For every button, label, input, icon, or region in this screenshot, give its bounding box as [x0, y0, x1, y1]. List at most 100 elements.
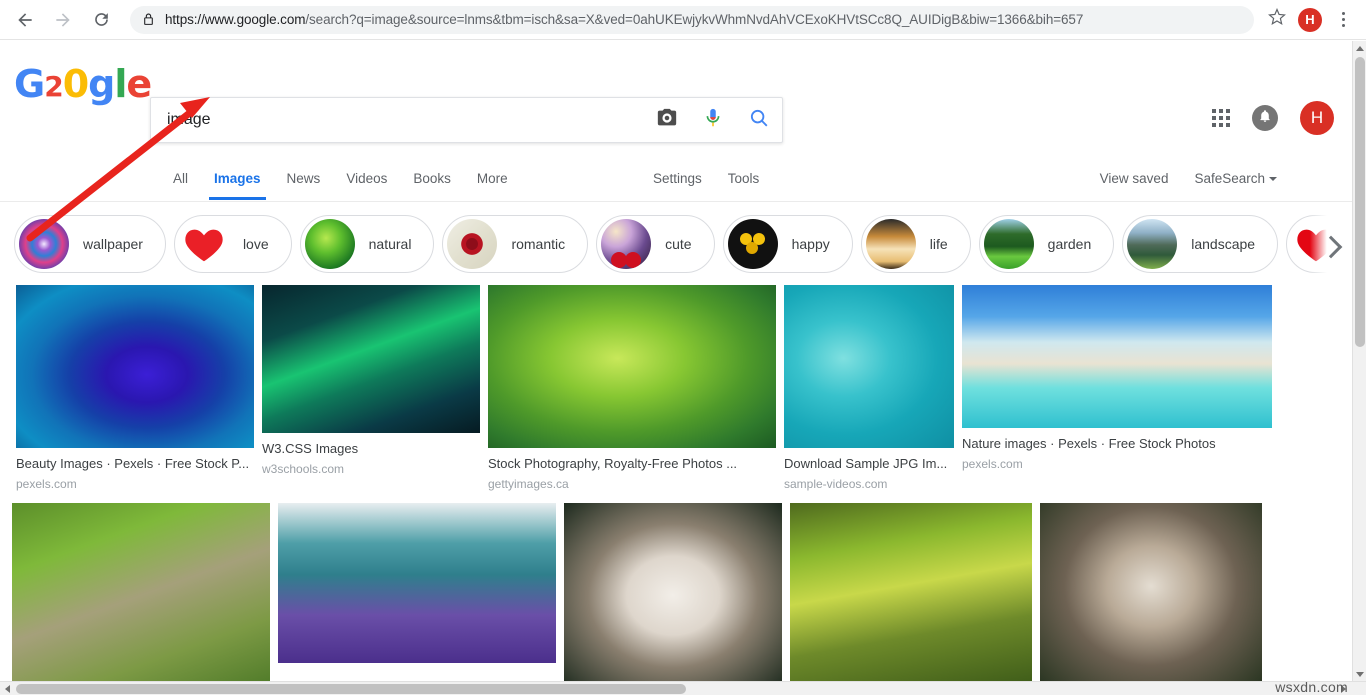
arrow-right-icon [53, 10, 73, 30]
search-box[interactable] [150, 97, 783, 143]
notifications-button[interactable] [1252, 105, 1278, 131]
search-nav-bar: All Images News Videos Books More Settin… [0, 159, 1352, 202]
settings-button[interactable]: Settings [640, 159, 715, 199]
result-title[interactable]: Nature images · Pexels · Free Stock Phot… [962, 436, 1272, 451]
vertical-scroll-thumb[interactable] [1355, 57, 1365, 347]
chrome-actions: H [1262, 5, 1366, 35]
teal-butterflies-image[interactable] [784, 285, 954, 448]
search-tools-group: Settings Tools [640, 159, 772, 199]
scroll-left-button[interactable] [0, 682, 14, 696]
scroll-up-button[interactable] [1353, 41, 1366, 55]
result-item[interactable]: Nature images · Pexels · Free Stock Phot… [962, 285, 1272, 471]
chip-romantic[interactable]: romantic [442, 215, 588, 273]
safesearch-dropdown[interactable]: SafeSearch [1181, 159, 1290, 199]
horizontal-scroll-thumb[interactable] [16, 684, 686, 694]
tab-books[interactable]: Books [400, 159, 464, 199]
green-garden-lawn-thumb [984, 219, 1034, 269]
result-item[interactable] [12, 503, 270, 681]
result-item[interactable] [1040, 503, 1262, 681]
result-item[interactable]: Beauty Images · Pexels · Free Stock P...… [16, 285, 254, 491]
chip-label: life [930, 236, 948, 252]
tab-news[interactable]: News [274, 159, 334, 199]
reload-button[interactable] [86, 5, 116, 35]
horizontal-scrollbar[interactable] [0, 681, 1366, 695]
chevron-down-icon [1269, 177, 1277, 181]
scroll-up-arrow-icon [1356, 46, 1364, 51]
microphone-icon [702, 107, 724, 134]
related-searches-carousel[interactable]: wallpaper love natural romantic [0, 215, 1352, 279]
chip-natural[interactable]: natural [300, 215, 435, 273]
result-source: pexels.com [16, 477, 254, 491]
results-row-1: Beauty Images · Pexels · Free Stock P...… [0, 285, 1352, 491]
chip-happy[interactable]: happy [723, 215, 853, 273]
logo-letter-3: g [88, 65, 114, 103]
stone-cherub-statue-image[interactable] [12, 503, 270, 681]
owl-face-image[interactable] [1040, 503, 1262, 681]
logo-letter-5: e [126, 65, 151, 103]
voice-search-button[interactable] [690, 98, 736, 142]
search-input[interactable] [151, 98, 644, 142]
result-title[interactable]: Download Sample JPG Im... [784, 456, 954, 471]
blue-rose-dew-image[interactable] [16, 285, 254, 448]
result-item[interactable] [790, 503, 1032, 681]
chip-label: cute [665, 236, 691, 252]
result-title[interactable]: W3.CSS Images [262, 441, 480, 456]
logo-letter-4: l [114, 65, 126, 103]
tropical-beach-image[interactable] [962, 285, 1272, 428]
tab-images[interactable]: Images [201, 159, 274, 199]
chip-landscape[interactable]: landscape [1122, 215, 1278, 273]
address-bar[interactable]: https://www.google.com/search?q=image&so… [130, 6, 1254, 34]
camera-icon [656, 107, 678, 134]
search-submit-button[interactable] [736, 98, 782, 142]
header-right-actions: H [1212, 101, 1334, 135]
be-happy-smileys-thumb [728, 219, 778, 269]
chip-life[interactable]: life [861, 215, 971, 273]
chip-wallpaper[interactable]: wallpaper [14, 215, 166, 273]
url-host: https://www.google.com [165, 12, 305, 27]
search-by-image-button[interactable] [644, 98, 690, 142]
tab-all[interactable]: All [160, 159, 201, 199]
result-item[interactable]: W3.CSS Images w3schools.com [262, 285, 480, 476]
chip-label: romantic [511, 236, 565, 252]
chrome-profile-avatar[interactable]: H [1298, 8, 1322, 32]
google-logo[interactable]: G20gle [14, 57, 134, 103]
kingfisher-birds-image[interactable] [488, 285, 776, 448]
search-tabs: All Images News Videos Books More [160, 159, 521, 199]
bookmark-star-icon [1268, 8, 1286, 31]
chip-scroll-next-button[interactable] [1310, 215, 1352, 279]
tools-button[interactable]: Tools [715, 159, 773, 199]
scroll-down-button[interactable] [1353, 667, 1366, 681]
floral-fractal-thumb [19, 219, 69, 269]
chip-cute[interactable]: cute [596, 215, 714, 273]
logo-letter-1: 2 [44, 73, 62, 101]
forward-button[interactable] [48, 5, 78, 35]
chip-label: happy [792, 236, 830, 252]
result-title[interactable]: Stock Photography, Royalty-Free Photos .… [488, 456, 776, 471]
chip-love[interactable]: love [174, 215, 292, 273]
lavender-valley-image[interactable] [278, 503, 556, 663]
aurora-borealis-image[interactable] [262, 285, 480, 433]
vertical-scrollbar[interactable] [1352, 41, 1366, 681]
result-title[interactable]: Beauty Images · Pexels · Free Stock P... [16, 456, 254, 471]
back-button[interactable] [10, 5, 40, 35]
chip-garden[interactable]: garden [979, 215, 1115, 273]
result-source: gettyimages.ca [488, 477, 776, 491]
result-item[interactable]: Download Sample JPG Im... sample-videos.… [784, 285, 954, 491]
bookmark-button[interactable] [1262, 5, 1292, 35]
logo-letter-2: 0 [63, 65, 88, 103]
white-cat-upside-down-image[interactable] [564, 503, 782, 681]
result-source: pexels.com [962, 457, 1272, 471]
view-saved-link[interactable]: View saved [1087, 159, 1182, 199]
result-item[interactable] [564, 503, 782, 681]
logo-letter-0: G [14, 65, 44, 103]
tab-videos[interactable]: Videos [333, 159, 400, 199]
google-account-avatar[interactable]: H [1300, 101, 1334, 135]
result-item[interactable]: Stock Photography, Royalty-Free Photos .… [488, 285, 776, 491]
google-apps-button[interactable] [1212, 109, 1230, 127]
kebab-menu-icon[interactable] [1332, 7, 1354, 33]
arrow-left-icon [15, 10, 35, 30]
tab-more[interactable]: More [464, 159, 521, 199]
forest-path-bench-image[interactable] [790, 503, 1032, 681]
apps-grid-icon [1212, 109, 1230, 127]
result-item[interactable] [278, 503, 556, 663]
